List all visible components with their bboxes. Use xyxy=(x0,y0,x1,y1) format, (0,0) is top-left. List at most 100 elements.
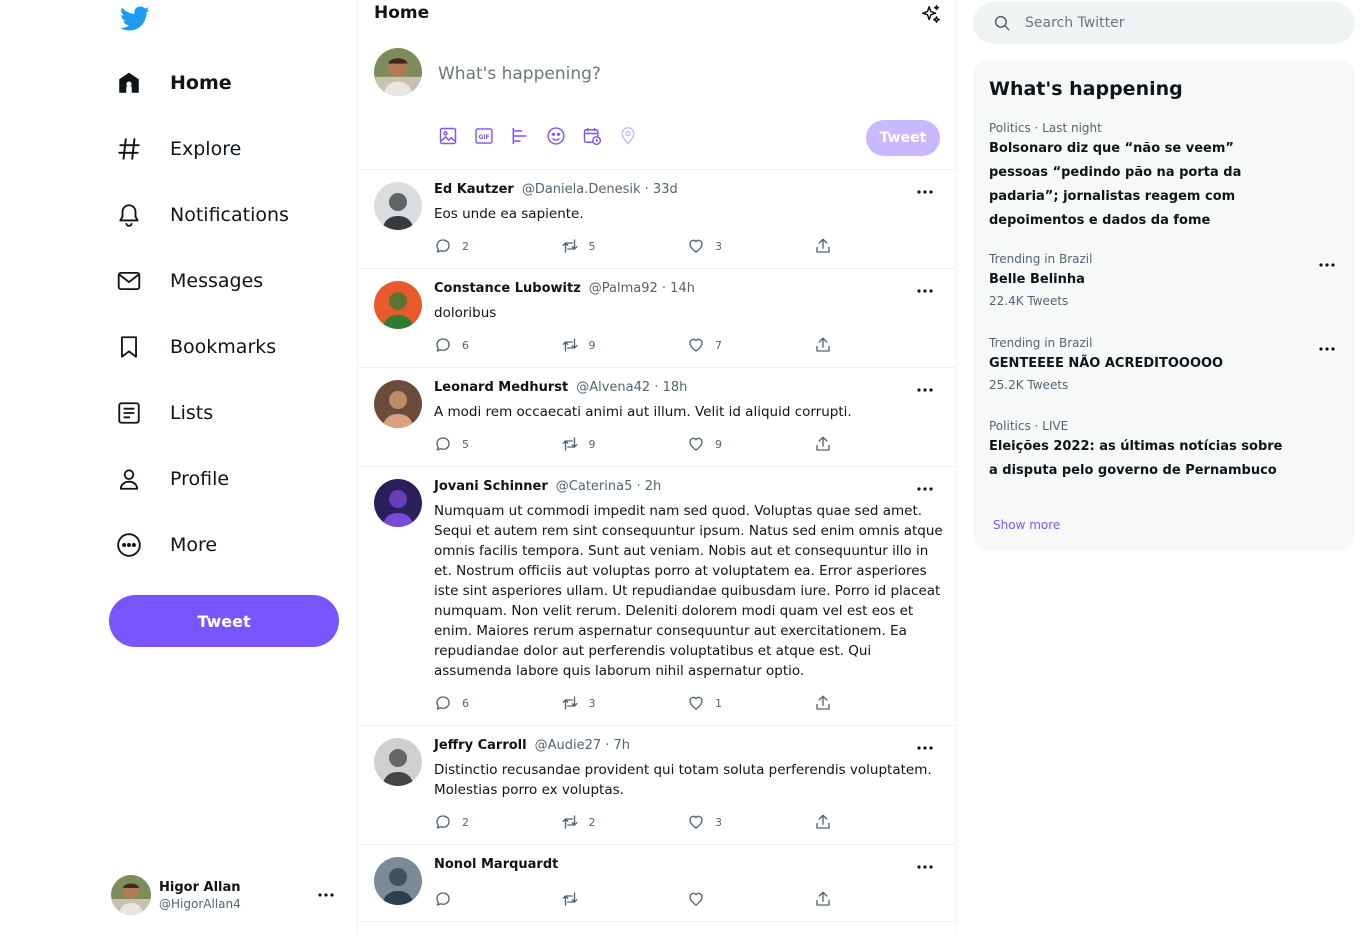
tweet-actions: 5 9 9 xyxy=(434,434,940,454)
avatar xyxy=(374,48,422,96)
tweet-author-name[interactable]: Ed Kautzer xyxy=(434,182,514,197)
reply-button[interactable]: 6 xyxy=(434,336,561,354)
nav-item-explore[interactable]: Explore xyxy=(108,116,368,182)
heart-icon xyxy=(687,336,705,354)
composer-toolbar: GIF xyxy=(438,126,654,146)
nav-item-more[interactable]: More xyxy=(108,512,368,578)
sparkle-icon[interactable] xyxy=(920,4,942,26)
heart-icon xyxy=(687,237,705,255)
tweet-author-name[interactable]: Jovani Schinner xyxy=(434,479,548,494)
nav-item-messages[interactable]: Messages xyxy=(108,248,368,314)
retweet-button[interactable]: 5 xyxy=(561,237,688,255)
reply-icon xyxy=(434,336,452,354)
retweet-button[interactable]: 2 xyxy=(561,813,688,831)
reply-icon xyxy=(434,694,452,712)
reply-button[interactable]: 5 xyxy=(434,435,561,453)
share-button[interactable] xyxy=(814,694,941,712)
account-handle: @HigorAllan4 xyxy=(159,896,241,911)
retweet-button[interactable] xyxy=(561,890,688,908)
retweet-count: 3 xyxy=(588,696,596,710)
compose-tweet-button[interactable]: Tweet xyxy=(866,120,940,156)
tweet[interactable]: Jeffry Carroll @Audie27 · 7h Distinctio re… xyxy=(358,726,956,845)
nav-item-home[interactable]: Home xyxy=(108,50,368,116)
share-button[interactable] xyxy=(814,813,941,831)
more-options-icon[interactable] xyxy=(1317,258,1337,272)
share-button[interactable] xyxy=(814,336,941,354)
retweet-icon xyxy=(561,694,579,712)
tweet-author-name[interactable]: Constance Lubowitz xyxy=(434,281,581,296)
more-options-icon[interactable] xyxy=(914,382,936,398)
more-options-icon[interactable] xyxy=(914,740,936,756)
tweet-meta: @Audie27 · 7h xyxy=(534,738,631,753)
avatar[interactable] xyxy=(374,738,422,786)
tweet-actions: 6 9 7 xyxy=(434,335,940,355)
image-icon[interactable] xyxy=(438,126,458,146)
avatar[interactable] xyxy=(374,479,422,527)
account-switcher[interactable]: Higor Allan @HigorAllan4 xyxy=(111,874,341,916)
trend-item[interactable]: Politics · Last night Bolsonaro diz que … xyxy=(989,121,1339,233)
tweet-author-name[interactable]: Jeffry Carroll xyxy=(434,738,527,753)
share-button[interactable] xyxy=(814,237,941,255)
share-button[interactable] xyxy=(814,435,941,453)
nav-item-bookmarks[interactable]: Bookmarks xyxy=(108,314,368,380)
tweet-author-name[interactable]: Leonard Medhurst xyxy=(434,380,568,395)
location-icon[interactable] xyxy=(618,126,638,146)
heart-icon xyxy=(687,694,705,712)
trends-panel: What's happening Politics · Last night B… xyxy=(973,60,1355,550)
more-options-icon[interactable] xyxy=(311,885,341,905)
retweet-button[interactable]: 9 xyxy=(561,336,688,354)
twitter-bird-icon[interactable] xyxy=(120,6,150,32)
like-button[interactable]: 3 xyxy=(687,813,814,831)
reply-count: 2 xyxy=(462,239,469,253)
reply-button[interactable]: 6 xyxy=(434,694,561,712)
like-button[interactable]: 7 xyxy=(687,336,814,354)
retweet-button[interactable]: 9 xyxy=(561,435,688,453)
trend-item[interactable]: Trending in Brazil GENTEEEE NÃO ACREDITO… xyxy=(989,336,1339,392)
show-more-link[interactable]: Show more xyxy=(993,518,1060,532)
reply-count: 5 xyxy=(462,437,469,451)
reply-button[interactable] xyxy=(434,890,561,908)
more-options-icon[interactable] xyxy=(914,283,936,299)
search-box[interactable] xyxy=(973,2,1355,44)
reply-button[interactable]: 2 xyxy=(434,813,561,831)
like-button[interactable]: 9 xyxy=(687,435,814,453)
heart-icon xyxy=(687,890,705,908)
avatar[interactable] xyxy=(374,182,422,230)
share-button[interactable] xyxy=(814,890,941,908)
trend-item[interactable]: Politics · LIVE Eleições 2022: as última… xyxy=(989,419,1339,483)
nav-item-notifications[interactable]: Notifications xyxy=(108,182,368,248)
like-button[interactable]: 1 xyxy=(687,694,814,712)
tweet[interactable]: Ed Kautzer @Daniela.Denesik · 33d Eos unde… xyxy=(358,170,956,269)
more-options-icon[interactable] xyxy=(914,184,936,200)
poll-icon[interactable] xyxy=(510,126,530,146)
tweet-meta: @Alvena42 · 18h xyxy=(576,380,688,395)
like-button[interactable] xyxy=(687,890,814,908)
search-input[interactable] xyxy=(1025,15,1325,31)
trend-context: Politics · Last night xyxy=(989,121,1102,135)
schedule-icon[interactable] xyxy=(582,126,602,146)
emoji-icon[interactable] xyxy=(546,126,566,146)
tweet[interactable]: Jovani Schinner @Caterina5 · 2h Numquam ut… xyxy=(358,467,956,726)
tweet[interactable]: Nonol Marquardt xyxy=(358,845,956,922)
avatar[interactable] xyxy=(374,857,422,905)
share-icon xyxy=(814,813,832,831)
avatar[interactable] xyxy=(374,380,422,428)
more-options-icon[interactable] xyxy=(914,859,936,875)
nav-item-lists[interactable]: Lists xyxy=(108,380,368,446)
tweet[interactable]: Constance Lubowitz @Palma92 · 14h doloribu… xyxy=(358,269,956,368)
like-button[interactable]: 3 xyxy=(687,237,814,255)
tweet[interactable]: Leonard Medhurst @Alvena42 · 18h A modi re… xyxy=(358,368,956,467)
bookmark-icon xyxy=(116,334,142,360)
compose-input[interactable] xyxy=(438,64,858,84)
more-options-icon[interactable] xyxy=(914,481,936,497)
nav-item-profile[interactable]: Profile xyxy=(108,446,368,512)
avatar[interactable] xyxy=(374,281,422,329)
heart-icon xyxy=(687,813,705,831)
retweet-button[interactable]: 3 xyxy=(561,694,688,712)
tweet-author-name[interactable]: Nonol Marquardt xyxy=(434,857,558,872)
reply-button[interactable]: 2 xyxy=(434,237,561,255)
trend-item[interactable]: Trending in Brazil Belle Belinha 22.4K T… xyxy=(989,252,1339,308)
tweet-button[interactable]: Tweet xyxy=(109,595,339,647)
gif-icon[interactable]: GIF xyxy=(474,126,494,146)
more-options-icon[interactable] xyxy=(1317,342,1337,356)
